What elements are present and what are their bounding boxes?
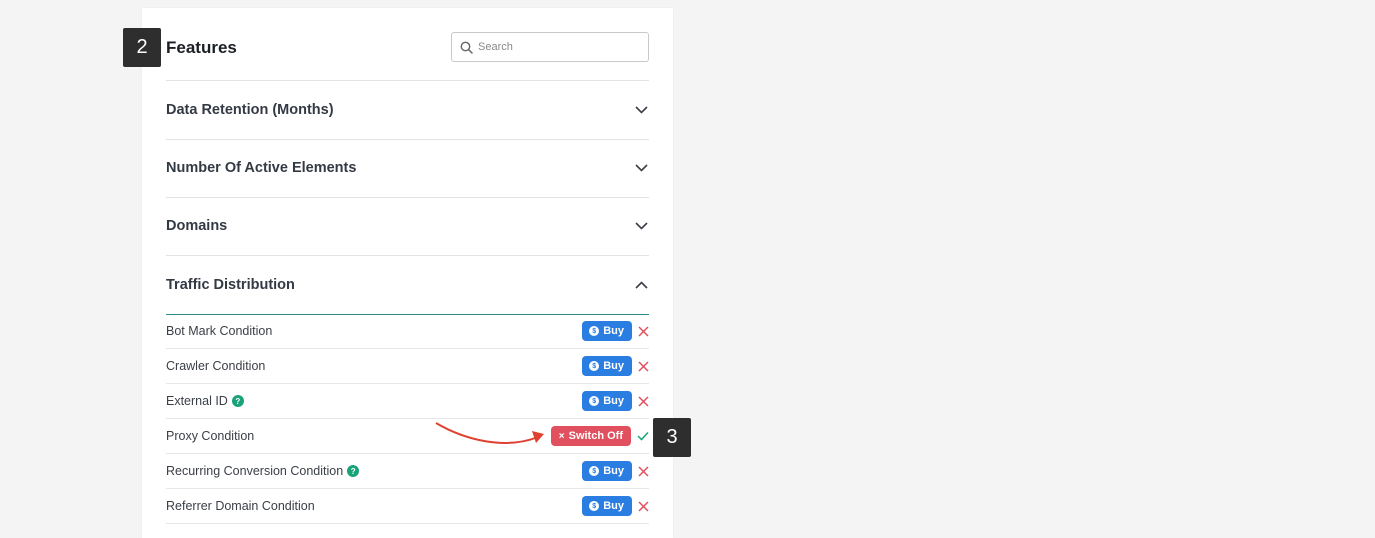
feature-label: Crawler Condition [166,359,266,373]
buy-button[interactable]: $ Buy [582,321,632,341]
feature-row-proxy: Proxy Condition × Switch Off [166,419,649,454]
feature-row-recurring-conversion: Recurring Conversion Condition ? $ Buy [166,454,649,489]
feature-row-external-id: External ID ? $ Buy [166,384,649,419]
buy-button[interactable]: $ Buy [582,496,632,516]
disabled-x-icon [638,325,649,337]
chevron-up-icon [635,281,648,289]
disabled-x-icon [638,395,649,407]
step-badge-3: 3 [653,418,691,457]
features-card: Features Data Retention (Months) Number … [142,8,673,538]
feature-label: Bot Mark Condition [166,324,273,338]
features-title: Features [166,38,237,57]
coin-icon: $ [589,501,600,511]
feature-label: Recurring Conversion Condition [166,464,344,478]
search-box[interactable] [451,32,649,62]
chevron-down-icon [635,106,648,114]
feature-row-bot-mark: Bot Mark Condition $ Buy [166,314,649,349]
feature-label: External ID [166,394,228,408]
section-domains[interactable]: Domains [166,197,649,256]
search-input[interactable] [476,40,640,54]
annotation-arrow [435,422,544,444]
search-icon [460,41,473,54]
close-icon: × [558,430,565,442]
help-icon[interactable]: ? [347,465,360,477]
feature-row-referrer-domain: Referrer Domain Condition $ Buy [166,489,649,524]
section-traffic-distribution[interactable]: Traffic Distribution [166,256,649,315]
coin-icon: $ [589,326,600,336]
buy-button[interactable]: $ Buy [582,391,632,411]
feature-row-crawler: Crawler Condition $ Buy [166,349,649,384]
buy-button[interactable]: $ Buy [582,356,632,376]
disabled-x-icon [638,465,649,477]
switch-off-label: Switch Off [568,430,623,442]
features-header: Features [166,32,649,81]
section-active-elements[interactable]: Number Of Active Elements [166,139,649,198]
buy-label: Buy [603,395,624,407]
section-label: Number Of Active Elements [166,160,357,176]
buy-button[interactable]: $ Buy [582,461,632,481]
feature-label: Proxy Condition [166,429,255,443]
check-icon [637,431,649,441]
coin-icon: $ [589,396,600,406]
switch-off-button[interactable]: × Switch Off [550,426,631,446]
chevron-down-icon [635,164,648,172]
buy-label: Buy [603,325,624,337]
coin-icon: $ [589,361,600,371]
buy-label: Buy [603,500,624,512]
feature-label: Referrer Domain Condition [166,499,315,513]
section-label: Domains [166,218,228,234]
section-data-retention[interactable]: Data Retention (Months) [166,81,649,140]
disabled-x-icon [638,500,649,512]
section-label: Data Retention (Months) [166,102,334,118]
buy-label: Buy [603,465,624,477]
coin-icon: $ [589,466,600,476]
step-badge-2: 2 [123,28,161,67]
help-icon[interactable]: ? [231,395,244,407]
buy-label: Buy [603,360,624,372]
chevron-down-icon [635,222,648,230]
disabled-x-icon [638,360,649,372]
section-label: Traffic Distribution [166,277,295,293]
